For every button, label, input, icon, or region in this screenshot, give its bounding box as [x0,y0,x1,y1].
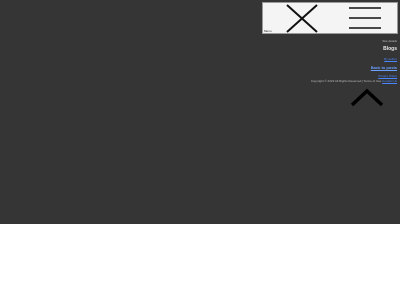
copyright-text: Copyright © 2023 All Rights Reserved | T… [310,79,382,83]
footer-note: Site details [382,39,397,43]
menu-button[interactable] [348,6,382,30]
close-icon [286,4,318,33]
copyright-link[interactable]: Contact Us [382,79,397,83]
back-to-top-button[interactable] [350,88,384,108]
footer-sub-link[interactable]: By author [384,57,397,61]
close-button[interactable] [284,3,320,34]
hamburger-menu-icon [349,7,381,29]
footer-section-title: Blogs [383,46,397,52]
chevron-up-icon [350,88,384,107]
footer-action-link[interactable]: Back to posts [371,65,397,70]
copyright-line: Copyright © 2023 All Rights Reserved | T… [311,79,397,83]
footer-small-link[interactable]: Privacy Policy [378,74,397,78]
menu-label: Menu [264,29,272,33]
